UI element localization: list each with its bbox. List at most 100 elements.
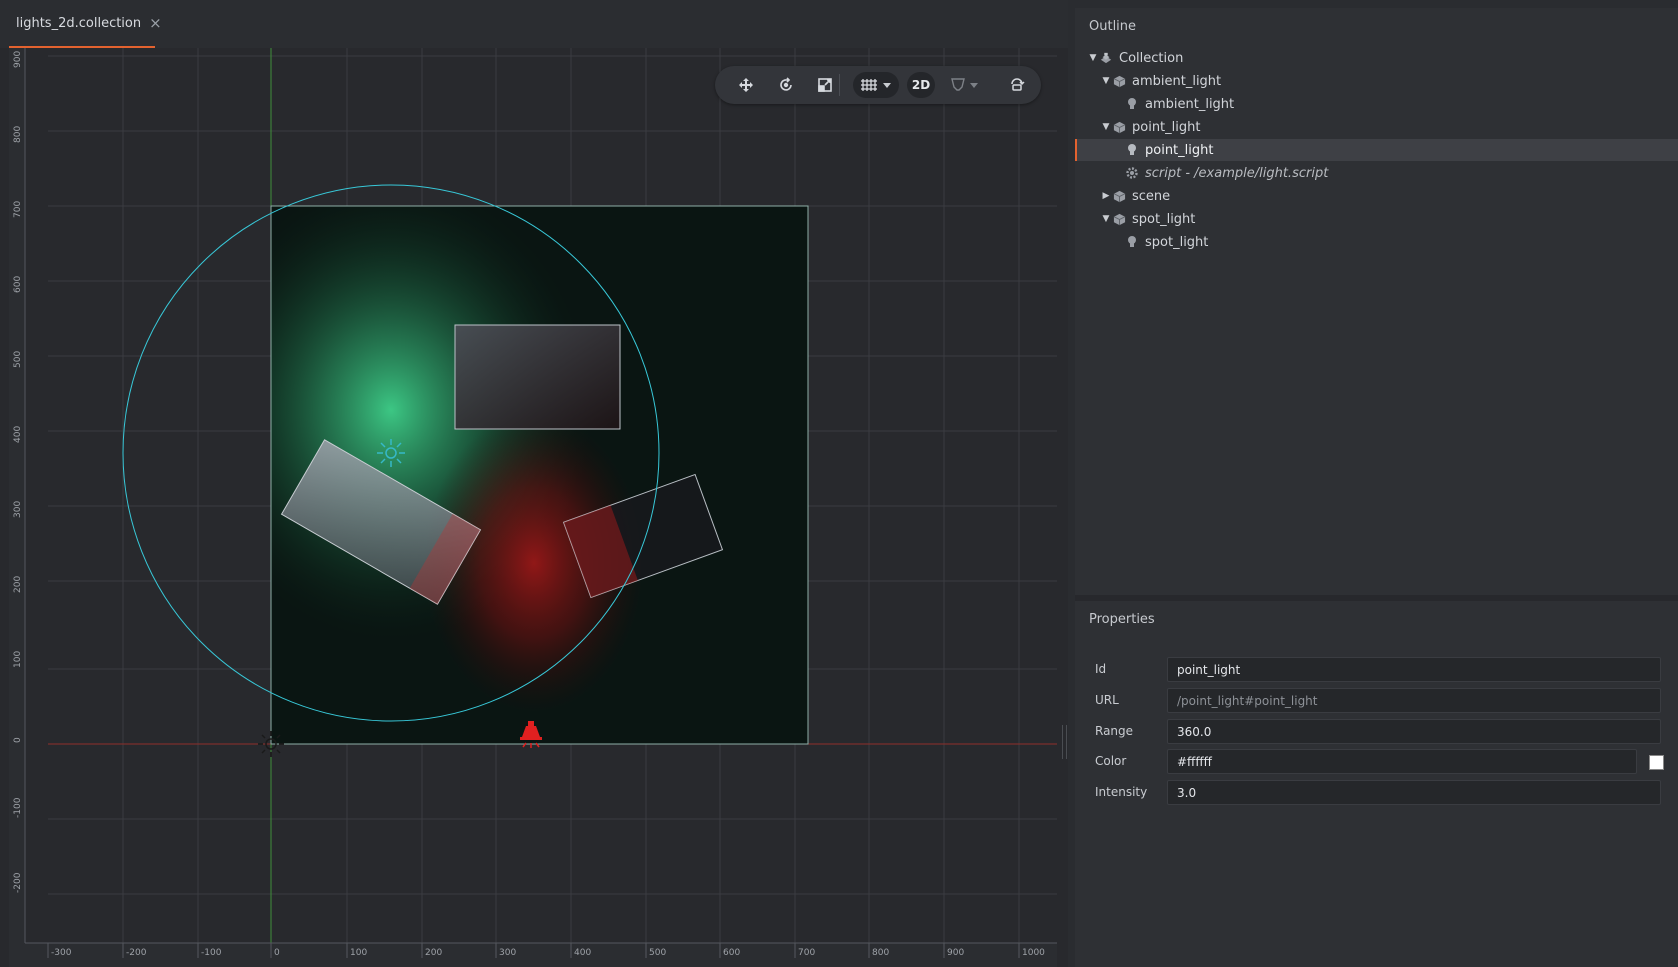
url-field[interactable]: /point_light#point_light xyxy=(1167,688,1661,713)
game-object-icon xyxy=(1112,189,1126,203)
outline-panel: Outline ▼ Collection ▼ ambient_light amb… xyxy=(1075,8,1678,594)
y-ruler: 900 800 700 600 500 400 300 200 100 0 -1… xyxy=(9,48,26,943)
y-tick-800: 800 xyxy=(13,126,23,143)
property-url: URL /point_light#point_light xyxy=(1075,688,1678,714)
expanded-arrow-icon[interactable]: ▼ xyxy=(1100,214,1112,224)
tree-item-label: point_light xyxy=(1132,119,1201,135)
game-object-icon xyxy=(1112,120,1126,134)
tree-item-spot-light-component[interactable]: spot_light xyxy=(1075,231,1678,253)
tree-item-ambient-light-go[interactable]: ▼ ambient_light xyxy=(1075,70,1678,92)
x-ruler: -300 -200 -100 0 100 200 300 400 500 600… xyxy=(9,942,1057,967)
properties-title: Properties xyxy=(1089,612,1155,627)
grid-toggle-button[interactable] xyxy=(853,72,899,98)
scale-icon xyxy=(818,78,832,92)
collection-icon xyxy=(1099,51,1113,65)
move-tool-button[interactable] xyxy=(734,73,758,97)
property-label: Color xyxy=(1095,754,1127,768)
x-tick-minus-300: -300 xyxy=(51,948,72,958)
property-label: Intensity xyxy=(1095,785,1148,799)
y-tick-900: 900 xyxy=(13,51,23,68)
scene-background xyxy=(270,205,809,745)
property-id: Id point_light xyxy=(1075,657,1678,683)
move-icon xyxy=(739,78,753,92)
tree-item-label: ambient_light xyxy=(1132,73,1222,89)
tree-item-label: scene xyxy=(1132,188,1171,204)
tree-item-spot-light-go[interactable]: ▼ spot_light xyxy=(1075,208,1678,230)
game-object-icon xyxy=(1112,212,1126,226)
property-color: Color #ffffff xyxy=(1075,749,1678,775)
tree-item-point-light-go[interactable]: ▼ point_light xyxy=(1075,116,1678,138)
expanded-arrow-icon[interactable]: ▼ xyxy=(1100,122,1112,132)
property-range: Range 360.0 xyxy=(1075,719,1678,745)
x-tick-minus-100: -100 xyxy=(201,948,222,958)
rotate-icon xyxy=(780,77,792,91)
scale-tool-button[interactable] xyxy=(813,73,837,97)
x-tick-0: 0 xyxy=(274,948,280,958)
filter-icon xyxy=(951,78,978,91)
y-tick-600: 600 xyxy=(13,276,23,293)
id-field[interactable]: point_light xyxy=(1167,657,1661,682)
scene-box-top[interactable] xyxy=(454,324,621,430)
y-tick-minus-200: -200 xyxy=(13,872,23,893)
color-swatch-button[interactable] xyxy=(1649,755,1664,770)
x-tick-300: 300 xyxy=(499,948,516,958)
y-tick-0: 0 xyxy=(13,737,23,743)
tree-item-label: Collection xyxy=(1119,50,1184,66)
tree-item-light-script[interactable]: script - /example/light.script xyxy=(1075,162,1678,184)
tree-item-label: ambient_light xyxy=(1145,96,1235,112)
collapsed-arrow-icon[interactable]: ▶ xyxy=(1100,191,1112,201)
properties-panel: Properties Id point_light URL /point_lig… xyxy=(1075,601,1678,967)
x-tick-400: 400 xyxy=(574,948,591,958)
tree-item-label: spot_light xyxy=(1132,211,1196,227)
y-tick-300: 300 xyxy=(13,501,23,518)
camera-reset-icon xyxy=(1011,78,1025,91)
viewport-toolbar: 2D xyxy=(715,66,1041,104)
y-tick-200: 200 xyxy=(13,576,23,593)
tree-item-label: script - /example/light.script xyxy=(1145,165,1329,181)
tab-lights-2d-collection[interactable]: lights_2d.collection × xyxy=(9,0,162,48)
x-tick-100: 100 xyxy=(350,948,367,958)
color-field[interactable]: #ffffff xyxy=(1167,749,1637,774)
tree-item-point-light-component[interactable]: point_light xyxy=(1075,139,1678,161)
tree-item-scene-go[interactable]: ▶ scene xyxy=(1075,185,1678,207)
game-object-icon xyxy=(1112,74,1126,88)
light-bulb-icon xyxy=(1125,97,1139,111)
rotate-tool-button[interactable] xyxy=(774,73,798,97)
property-label: Id xyxy=(1095,662,1107,676)
expanded-arrow-icon[interactable]: ▼ xyxy=(1087,53,1099,63)
2d-mode-button[interactable]: 2D xyxy=(907,72,935,98)
pane-splitter[interactable] xyxy=(1062,725,1067,759)
camera-reset-button[interactable] xyxy=(1005,73,1029,97)
grid-icon xyxy=(861,79,891,91)
scene-canvas[interactable]: 900 800 700 600 500 400 300 200 100 0 -1… xyxy=(9,48,1057,967)
scene-editor: lights_2d.collection × 900 800 700 600 5… xyxy=(0,0,1068,967)
gear-icon xyxy=(1125,166,1139,180)
property-label: URL xyxy=(1095,693,1119,707)
x-tick-900: 900 xyxy=(947,948,964,958)
visibility-filter-button[interactable] xyxy=(947,73,985,97)
range-field[interactable]: 360.0 xyxy=(1167,719,1661,744)
x-tick-800: 800 xyxy=(872,948,889,958)
y-tick-100: 100 xyxy=(13,651,23,668)
x-tick-200: 200 xyxy=(425,948,442,958)
x-tick-700: 700 xyxy=(798,948,815,958)
expanded-arrow-icon[interactable]: ▼ xyxy=(1100,76,1112,86)
x-tick-500: 500 xyxy=(649,948,666,958)
light-bulb-icon xyxy=(1125,143,1139,157)
intensity-field[interactable]: 3.0 xyxy=(1167,780,1661,805)
tab-bar: lights_2d.collection × xyxy=(0,0,1068,48)
tab-label: lights_2d.collection xyxy=(16,15,142,31)
scene-viewport[interactable]: 900 800 700 600 500 400 300 200 100 0 -1… xyxy=(9,48,1057,967)
property-intensity: Intensity 3.0 xyxy=(1075,780,1678,806)
y-tick-700: 700 xyxy=(13,201,23,218)
y-tick-minus-100: -100 xyxy=(13,797,23,818)
tree-item-collection[interactable]: ▼ Collection xyxy=(1075,47,1678,69)
y-tick-500: 500 xyxy=(13,351,23,368)
x-tick-minus-200: -200 xyxy=(126,948,147,958)
tree-item-label: spot_light xyxy=(1145,234,1209,250)
tree-item-ambient-light-component[interactable]: ambient_light xyxy=(1075,93,1678,115)
outline-title: Outline xyxy=(1089,19,1137,34)
toolbar-separator xyxy=(839,74,840,96)
close-icon[interactable]: × xyxy=(149,14,162,32)
light-bulb-icon xyxy=(1125,235,1139,249)
